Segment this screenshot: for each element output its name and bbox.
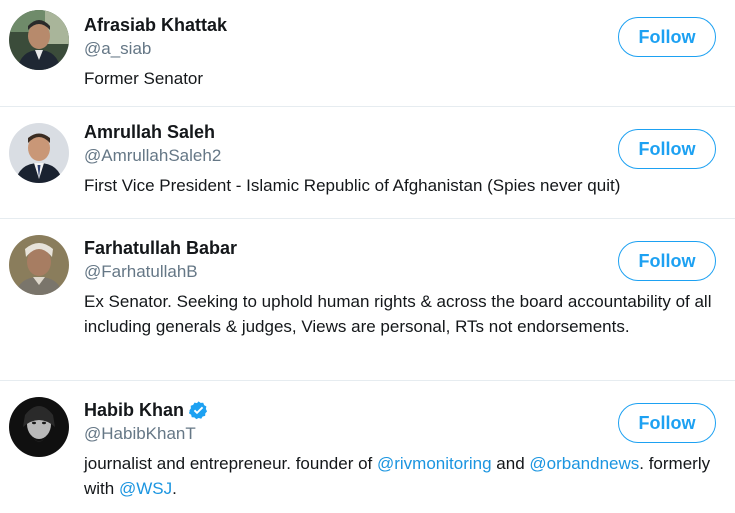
mention-link[interactable]: @orbandnews — [529, 454, 639, 473]
user-bio: First Vice President - Islamic Republic … — [84, 176, 621, 195]
display-name[interactable]: Farhatullah Babar — [84, 238, 237, 259]
user-handle[interactable]: @a_siab — [84, 39, 151, 59]
follow-button[interactable]: Follow — [618, 403, 716, 443]
follow-button[interactable]: Follow — [618, 129, 716, 169]
user-handle[interactable]: @FarhatullahB — [84, 262, 198, 282]
user-row-habib-khan[interactable]: Habib Khan @HabibKhanT journalist and en… — [0, 381, 735, 513]
name-line: Farhatullah Babar — [84, 236, 237, 260]
user-row-farhatullah-babar[interactable]: Farhatullah Babar @FarhatullahB Ex Senat… — [0, 219, 735, 381]
bio-text: . — [172, 479, 177, 498]
avatar[interactable] — [9, 397, 69, 457]
user-bio: Former Senator — [84, 69, 204, 88]
user-row-afrasiab-khattak[interactable]: Afrasiab Khattak @a_siab Former Senator … — [0, 0, 735, 107]
name-line: Amrullah Saleh — [84, 120, 215, 144]
verified-badge-icon — [188, 400, 209, 421]
display-name[interactable]: Afrasiab Khattak — [84, 15, 227, 36]
user-handle[interactable]: @HabibKhanT — [84, 424, 196, 444]
follow-button[interactable]: Follow — [618, 17, 716, 57]
user-row-amrullah-saleh[interactable]: Amrullah Saleh @AmrullahSaleh2 First Vic… — [0, 107, 735, 219]
mention-link[interactable]: @WSJ — [119, 479, 172, 498]
display-name[interactable]: Amrullah Saleh — [84, 122, 215, 143]
user-bio: journalist and entrepreneur. founder of … — [84, 451, 724, 501]
display-name[interactable]: Habib Khan — [84, 400, 184, 421]
user-list: Afrasiab Khattak @a_siab Former Senator … — [0, 0, 735, 513]
user-handle[interactable]: @AmrullahSaleh2 — [84, 146, 221, 166]
avatar[interactable] — [9, 10, 69, 70]
follow-button[interactable]: Follow — [618, 241, 716, 281]
name-line: Afrasiab Khattak — [84, 13, 227, 37]
name-line: Habib Khan — [84, 398, 209, 422]
bio-text: and — [491, 454, 530, 473]
avatar[interactable] — [9, 235, 69, 295]
bio-text: journalist and entrepreneur. founder of — [84, 454, 377, 473]
user-bio: Ex Senator. Seeking to uphold human righ… — [84, 292, 712, 336]
avatar[interactable] — [9, 123, 69, 183]
mention-link[interactable]: @rivmonitoring — [377, 454, 492, 473]
